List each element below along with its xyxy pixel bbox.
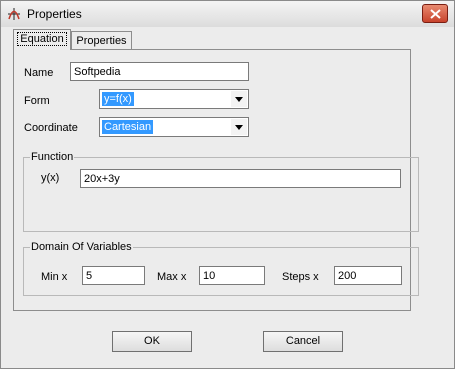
max-x-field[interactable] [199,266,265,285]
steps-x-label: Steps x [282,271,319,283]
domain-group: Domain Of Variables Min x Max x Steps x [23,241,419,296]
max-x-label: Max x [157,271,187,283]
equation-panel: Name Form y=f(x) Coordinate Cartesian Fu… [13,49,419,311]
form-select[interactable]: y=f(x) [99,89,249,109]
tab-equation-label: Equation [17,32,67,46]
coordinate-select[interactable]: Cartesian [99,117,249,137]
chevron-down-icon [235,125,243,130]
app-graph-icon [8,8,20,20]
dialog-client-area: Equation Properties Name Form y=f(x) Coo… [4,28,451,365]
domain-group-title: Domain Of Variables [30,241,133,253]
name-field[interactable] [70,62,249,81]
chevron-down-icon [235,97,243,102]
form-dropdown-arrow[interactable] [231,91,247,107]
tab-properties-label: Properties [76,35,127,47]
properties-dialog: Properties Equation Properties Name Form… [0,0,455,369]
coordinate-label: Coordinate [24,122,78,134]
window-title: Properties [27,7,82,21]
coordinate-selected-value: Cartesian [102,120,154,134]
coordinate-dropdown-arrow[interactable] [231,119,247,135]
min-x-label: Min x [41,271,68,283]
form-selected-value: y=f(x) [102,92,134,106]
steps-x-field[interactable] [334,266,402,285]
tab-equation[interactable]: Equation [13,29,71,50]
cancel-button[interactable]: Cancel [263,331,343,352]
function-input[interactable] [80,169,401,188]
close-icon [430,9,441,19]
min-x-field[interactable] [82,266,145,285]
ok-button[interactable]: OK [112,331,192,352]
function-group: Function y(x) [23,151,419,232]
tab-properties[interactable]: Properties [71,31,132,50]
y-label: y(x) [41,172,60,184]
close-button[interactable] [422,4,448,23]
form-label: Form [24,95,50,107]
name-label: Name [24,67,54,79]
function-group-title: Function [30,151,75,163]
title-bar[interactable]: Properties [1,1,454,27]
